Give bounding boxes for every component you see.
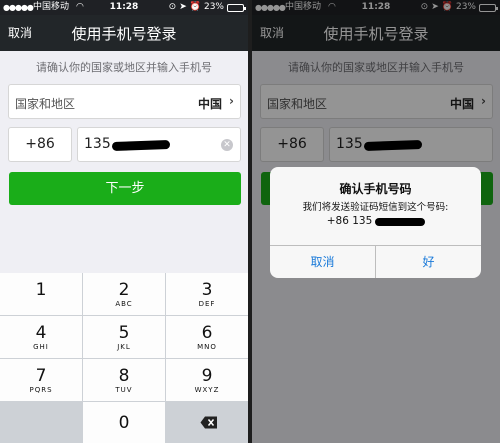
redaction-mark [111, 139, 171, 152]
confirm-phone-dialog: 确认手机号码 我们将发送验证码短信到这个号码: +86 135 取消 好 [270, 167, 481, 278]
lock-rotation-icon: ⊙ [168, 2, 177, 12]
navigation-bar: 取消 使用手机号登录 [0, 15, 248, 51]
dialog-message: 我们将发送验证码短信到这个号码: [302, 202, 449, 213]
key-7[interactable]: 7 PQRS [0, 359, 82, 401]
clear-input-icon[interactable]: ✕ [221, 139, 233, 151]
country-code-field[interactable]: +86 [8, 127, 72, 162]
dialog-cancel-button[interactable]: 取消 [270, 246, 375, 278]
login-screen: ●●●●● 中国移动 ◠ 11:28 ⊙ ➤ ⏰ 23% 取消 使用手机号登录 … [0, 0, 248, 443]
key-8[interactable]: 8 TUV [83, 359, 165, 401]
region-selector[interactable]: 国家和地区 中国 › [8, 84, 241, 119]
dialog-title: 确认手机号码 [339, 182, 412, 196]
page-title: 使用手机号登录 [71, 25, 177, 43]
redaction-mark [375, 218, 425, 226]
battery-icon [227, 3, 246, 12]
alarm-icon: ⏰ [189, 2, 201, 12]
instruction-text: 请确认你的国家或地区并输入手机号 [36, 61, 212, 74]
key-4[interactable]: 4 GHI [0, 316, 82, 358]
next-button[interactable]: 下一步 [9, 172, 241, 205]
phone-number-input[interactable]: 135 ✕ [77, 127, 241, 162]
key-1[interactable]: 1 [0, 273, 82, 315]
confirm-screen: ●●●●● 中国移动 ◠ 11:28 ⊙ ➤ ⏰ 23% 取消 使用手机号登录 … [252, 0, 500, 443]
battery-percent: 23% [203, 2, 224, 12]
backspace-icon [200, 416, 217, 429]
status-bar: ●●●●● 中国移动 ◠ 11:28 ⊙ ➤ ⏰ 23% [0, 0, 248, 15]
key-5[interactable]: 5 JKL [83, 316, 165, 358]
dialog-phone-number: +86 135 [326, 215, 373, 227]
region-label: 国家和地区 [15, 97, 76, 111]
key-6[interactable]: 6 MNO [166, 316, 248, 358]
dialog-ok-button[interactable]: 好 [376, 246, 481, 278]
key-blank [0, 402, 82, 443]
numeric-keypad: 1 2 ABC 3 DEF 4 GHI 5 JKL 6 MNO 7 PQRS 8 TUV 9W… [0, 273, 248, 443]
key-9[interactable]: 9 WXYZ [166, 359, 248, 401]
chevron-right-icon: › [229, 94, 234, 108]
key-3[interactable]: 3 DEF [166, 273, 248, 315]
delete-key[interactable] [166, 402, 248, 443]
phone-number-value: 135 [84, 136, 111, 152]
key-2[interactable]: 2 ABC [83, 273, 165, 315]
location-icon: ➤ [179, 2, 187, 12]
key-0[interactable]: 0 [83, 402, 165, 443]
region-value: 中国 [197, 97, 222, 111]
